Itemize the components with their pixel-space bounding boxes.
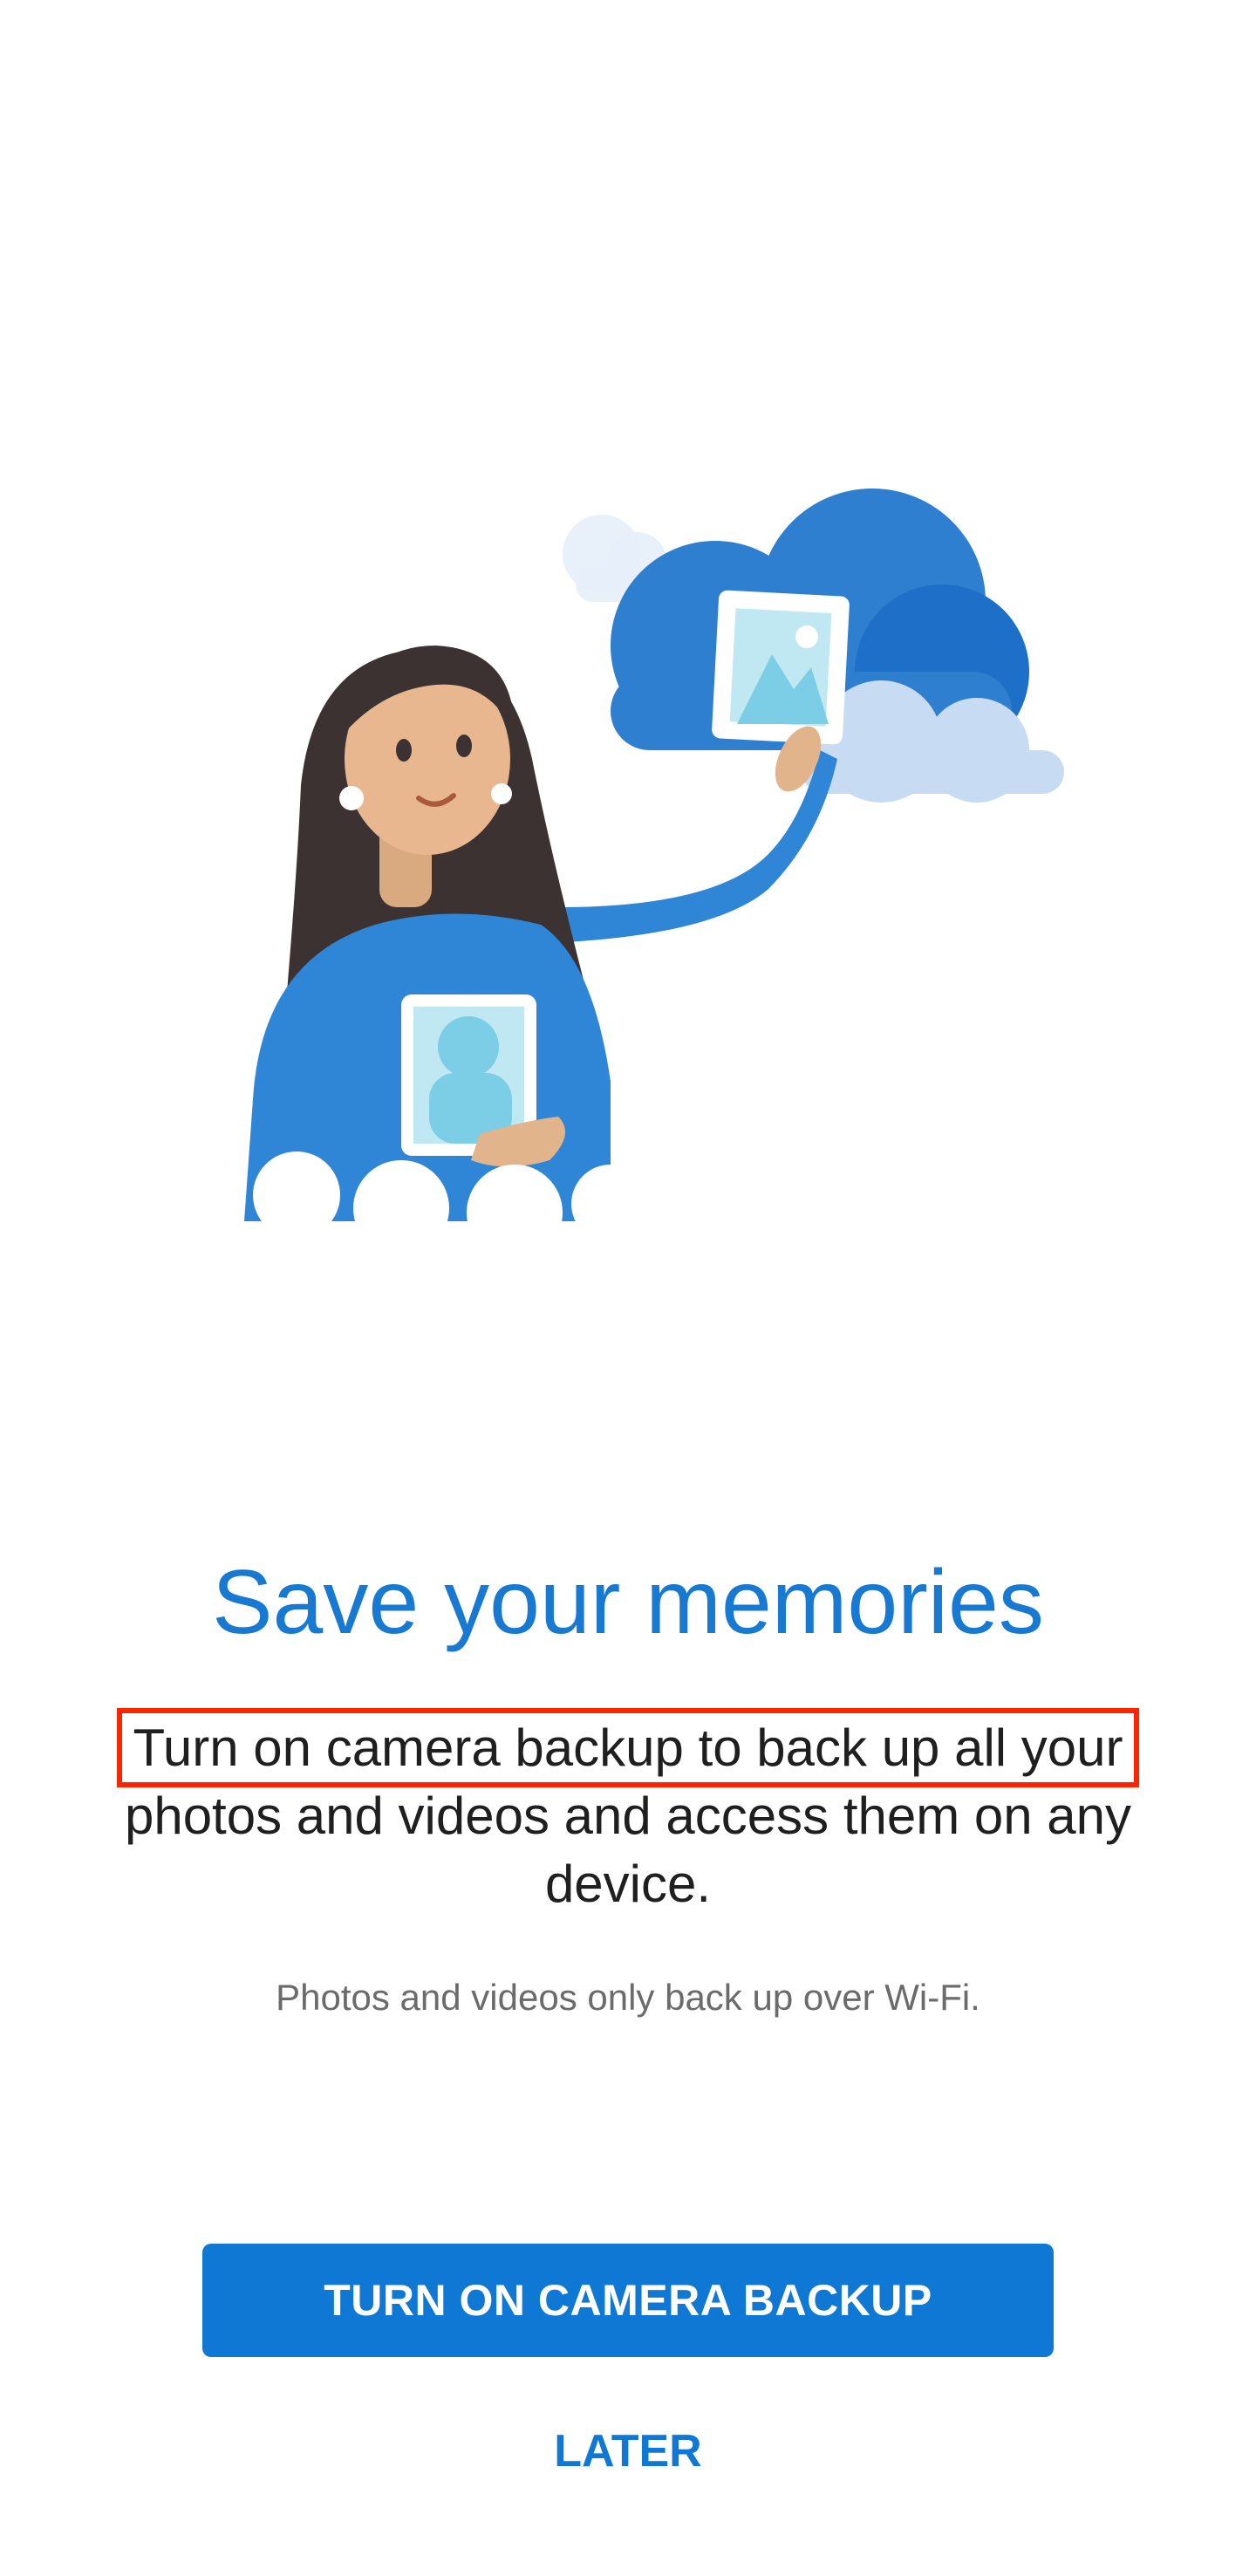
wifi-note: Photos and videos only back up over Wi-F… bbox=[276, 1977, 980, 2018]
highlighted-description: Turn on camera backup to back up all you… bbox=[117, 1708, 1139, 1787]
camera-backup-illustration bbox=[244, 489, 1064, 1221]
later-button[interactable]: LATER bbox=[454, 2412, 802, 2491]
turn-on-camera-backup-button[interactable]: TURN ON CAMERA BACKUP bbox=[202, 2244, 1054, 2357]
description-continuation: photos and videos and access them on any… bbox=[124, 1787, 1132, 1913]
page-title: Save your memories bbox=[212, 1552, 1044, 1653]
description-text: Turn on camera backup to back up all you… bbox=[105, 1708, 1151, 1918]
photo-icon bbox=[712, 590, 850, 745]
